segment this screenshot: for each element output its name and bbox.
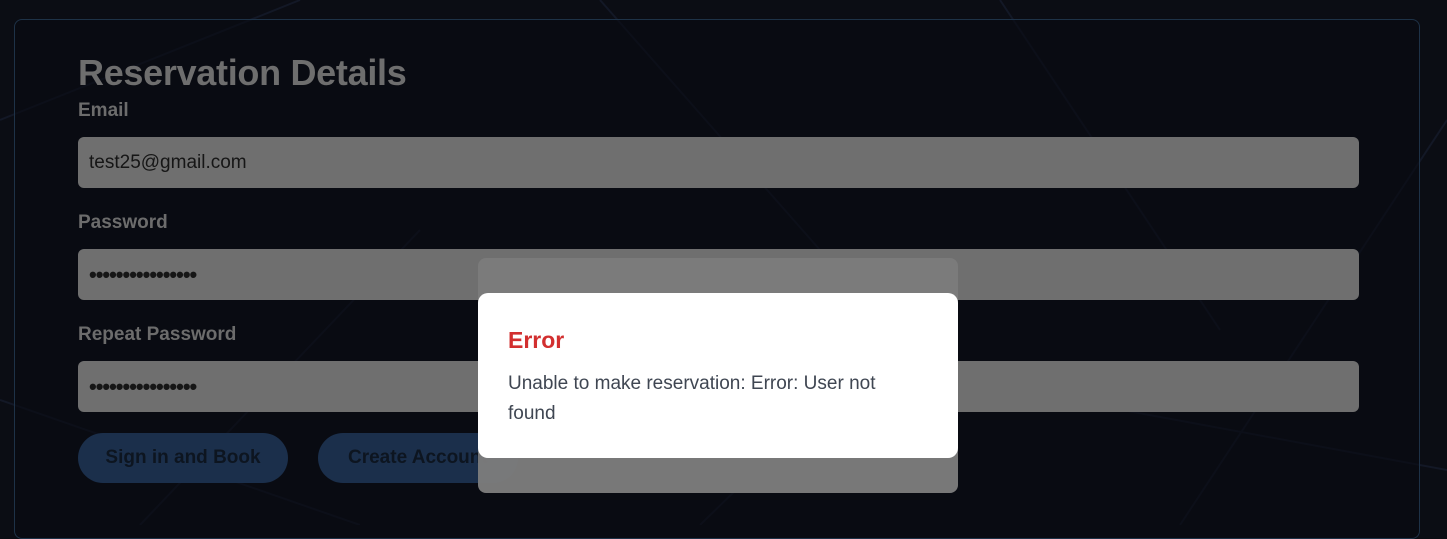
error-dialog-message: Unable to make reservation: Error: User …	[508, 373, 876, 424]
sign-in-and-book-button[interactable]: Sign in and Book	[78, 433, 288, 483]
error-dialog-title: Error	[508, 327, 565, 353]
error-dialog: Error Unable to make reservation: Error:…	[478, 293, 958, 458]
password-label: Password	[78, 212, 168, 233]
page-title: Reservation Details	[78, 52, 407, 93]
repeat-password-label: Repeat Password	[78, 324, 237, 345]
email-label: Email	[78, 100, 129, 121]
email-field[interactable]: test25@gmail.com	[78, 137, 1359, 188]
